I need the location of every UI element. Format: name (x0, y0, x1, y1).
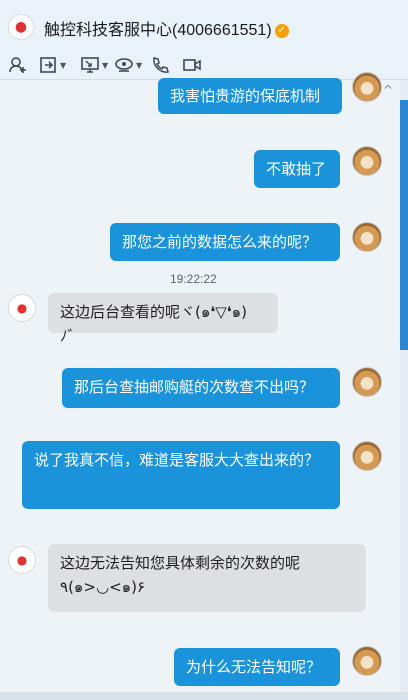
chat-scrollbar-thumb[interactable] (400, 100, 408, 350)
video-call-icon (183, 59, 201, 71)
message-timestamp: 19:22:22 (170, 272, 217, 286)
phone-call-icon (153, 57, 169, 73)
message-bubble-outgoing[interactable]: 我害怕贵游的保底机制 (158, 78, 342, 114)
chat-toolbar: ▼ ▼ ▼ (0, 50, 408, 80)
window-titlebar: ● 触控科技客服中心(4006661551) ✓ (0, 0, 408, 50)
service-avatar[interactable]: ● (8, 294, 36, 322)
app-center-icon (115, 58, 133, 72)
chevron-down-icon: ▼ (136, 60, 143, 70)
verified-badge-icon: ✓ (274, 23, 289, 38)
message-bubble-outgoing[interactable]: 不敢抽了 (254, 150, 340, 188)
message-text: 那后台查抽邮购艇的次数查不出吗？ (74, 378, 315, 396)
message-text: 说了我真不信，难道是客服大大查出来的？ (34, 451, 320, 469)
message-text: 为什么无法告知呢？ (186, 658, 322, 676)
transfer-file-icon (40, 57, 56, 73)
user-avatar[interactable] (352, 367, 382, 397)
window-title-text: 触控科技客服中心(4006661551) (44, 22, 272, 39)
user-avatar[interactable] (352, 441, 382, 471)
add-contact-button[interactable] (8, 54, 28, 76)
remote-desktop-icon (81, 57, 99, 73)
remote-desktop-button[interactable]: ▼ (80, 54, 108, 76)
phone-call-button[interactable] (150, 54, 170, 76)
chevron-down-icon: ▼ (102, 60, 109, 70)
message-bubble-incoming[interactable]: 这边无法告知您具体剩余的次数的呢٩(๑>◡<๑)۶ (48, 544, 366, 612)
message-text: 这边无法告知您具体剩余的次数的呢٩(๑>◡<๑)۶ (60, 554, 301, 596)
service-avatar[interactable]: ● (8, 546, 36, 574)
user-avatar[interactable] (352, 72, 382, 102)
user-avatar[interactable] (352, 146, 382, 176)
user-avatar[interactable] (352, 646, 382, 676)
message-text: 不敢抽了 (266, 160, 327, 178)
message-bubble-outgoing[interactable]: 为什么无法告知呢？ (174, 648, 340, 686)
video-call-button[interactable] (182, 54, 202, 76)
message-bubble-outgoing[interactable]: 那后台查抽邮购艇的次数查不出吗？ (62, 368, 340, 408)
message-bubble-outgoing[interactable]: 说了我真不信，难道是客服大大查出来的？ (22, 441, 340, 509)
scroll-up-icon[interactable]: ^ (383, 83, 393, 97)
transfer-file-button[interactable]: ▼ (38, 54, 66, 76)
window-title: 触控科技客服中心(4006661551) ✓ (44, 16, 289, 40)
add-contact-icon (9, 57, 26, 73)
chevron-down-icon: ▼ (60, 60, 67, 70)
message-text: 我害怕贵游的保底机制 (170, 87, 321, 105)
input-toolbar-edge (0, 692, 408, 700)
message-bubble-incoming[interactable]: 这边后台查看的呢ヾ(๑❛▽❛๑)ﾉ゛ (48, 293, 278, 345)
contact-avatar[interactable]: ● (8, 14, 34, 40)
message-text: 那您之前的数据怎么来的呢？ (122, 233, 318, 251)
user-avatar[interactable] (352, 222, 382, 252)
message-bubble-outgoing[interactable]: 那您之前的数据怎么来的呢？ (110, 223, 340, 261)
app-center-button[interactable]: ▼ (114, 54, 142, 76)
